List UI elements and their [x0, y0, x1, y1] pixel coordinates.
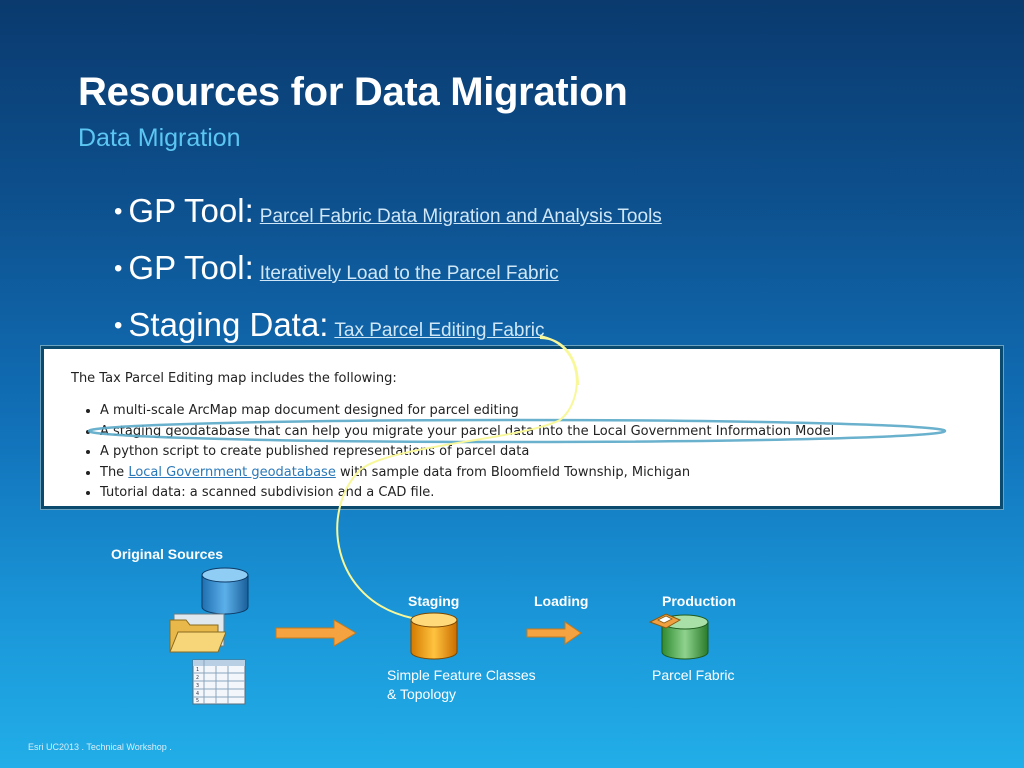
- local-government-geodatabase-link[interactable]: Local Government geodatabase: [128, 465, 336, 480]
- svg-text:4: 4: [196, 691, 199, 697]
- svg-text:1: 1: [196, 667, 199, 673]
- resource-link[interactable]: Parcel Fabric Data Migration and Analysi…: [260, 206, 662, 227]
- footer-text: Esri UC2013 . Technical Workshop .: [28, 742, 172, 752]
- resource-label: GP Tool:: [128, 192, 254, 229]
- bullet-dot: •: [114, 198, 123, 225]
- database-icon: [201, 567, 249, 615]
- resource-link[interactable]: Iteratively Load to the Parcel Fabric: [260, 263, 559, 284]
- production-caption: Parcel Fabric: [652, 667, 735, 683]
- web-excerpt-panel: The Tax Parcel Editing map includes the …: [41, 346, 1003, 509]
- item-prefix: The: [100, 464, 129, 480]
- web-excerpt-item: Tutorial data: a scanned subdivision and…: [100, 483, 834, 504]
- resource-list: • GP Tool: Parcel Fabric Data Migration an…: [114, 188, 662, 359]
- item-suffix: with sample data from Bloomfield Townshi…: [335, 464, 691, 480]
- bullet-dot: •: [114, 312, 123, 339]
- svg-text:2: 2: [196, 675, 199, 681]
- staging-caption-line2: & Topology: [387, 686, 457, 702]
- staging-database-icon: [410, 612, 458, 660]
- resource-label: Staging Data:: [128, 306, 329, 343]
- original-sources-label: Original Sources: [111, 546, 224, 562]
- parcel-fabric-icon: [648, 613, 709, 660]
- slide-title: Resources for Data Migration: [78, 70, 628, 114]
- staging-caption-line1: Simple Feature Classes: [387, 667, 536, 683]
- resource-link[interactable]: Tax Parcel Editing Fabric: [334, 320, 544, 341]
- web-excerpt-list: A multi-scale ArcMap map document design…: [100, 401, 834, 504]
- web-excerpt-intro: The Tax Parcel Editing map includes the …: [71, 371, 397, 386]
- web-excerpt-item: The Local Government geodatabase with sa…: [100, 463, 834, 484]
- loading-label: Loading: [534, 593, 589, 609]
- slide-subtitle: Data Migration: [78, 124, 241, 152]
- svg-text:5: 5: [196, 698, 199, 704]
- staging-label: Staging: [408, 593, 460, 609]
- folder-icon: [169, 613, 226, 653]
- web-excerpt-item: A staging geodatabase that can help you …: [100, 422, 834, 443]
- web-excerpt-item: A python script to create published repr…: [100, 442, 834, 463]
- resource-item: • GP Tool: Iteratively Load to the Parcel …: [114, 245, 662, 302]
- arrow-right-icon: [526, 621, 582, 645]
- staging-caption: Simple Feature Classes & Topology: [387, 666, 536, 704]
- resource-item: • GP Tool: Parcel Fabric Data Migration an…: [114, 188, 662, 245]
- web-excerpt-item: A multi-scale ArcMap map document design…: [100, 401, 834, 422]
- resource-label: GP Tool:: [128, 249, 254, 286]
- arrow-right-icon: [275, 619, 357, 647]
- table-icon: 1 2 3 45: [192, 659, 246, 705]
- production-label: Production: [662, 593, 736, 609]
- bullet-dot: •: [114, 255, 123, 282]
- svg-text:3: 3: [196, 683, 199, 689]
